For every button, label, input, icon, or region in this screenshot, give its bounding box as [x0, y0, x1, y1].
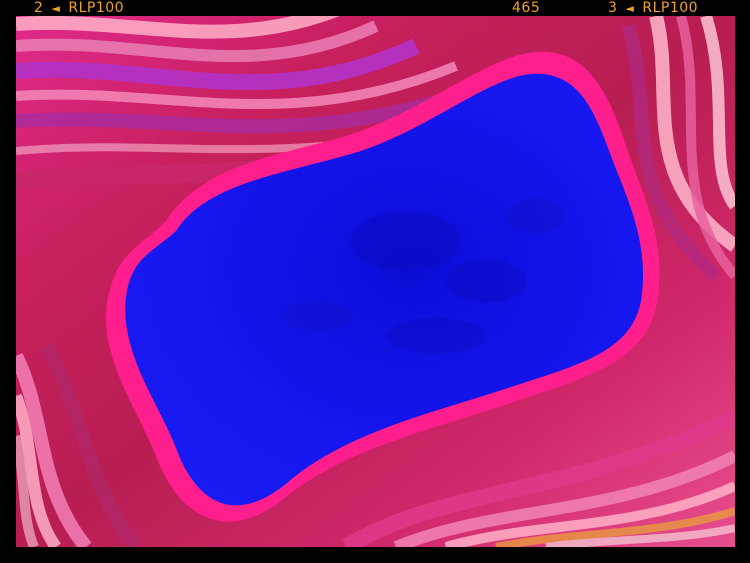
abstract-artwork: [16, 16, 735, 547]
edge-marking-center: 465: [512, 0, 540, 16]
edge-film-code-left: RLP100: [68, 0, 125, 16]
film-frame: 2 ◄ RLP100 465 3 ◄ RLP100: [0, 0, 750, 563]
edge-film-code-right: RLP100: [642, 0, 699, 16]
film-edge-bar: 2 ◄ RLP100 465 3 ◄ RLP100: [0, 0, 750, 16]
edge-frame-counter: 465: [512, 0, 541, 16]
edge-arrow-left-icon: ◄: [51, 2, 61, 15]
artwork-svg: [16, 16, 735, 547]
edge-frame-number-left: 2: [34, 0, 44, 16]
edge-arrow-right-icon: ◄: [625, 2, 635, 15]
edge-marking-right: 3 ◄ RLP100: [608, 0, 698, 16]
edge-marking-left: 2 ◄ RLP100: [34, 0, 124, 16]
edge-frame-number-right: 3: [608, 0, 618, 16]
